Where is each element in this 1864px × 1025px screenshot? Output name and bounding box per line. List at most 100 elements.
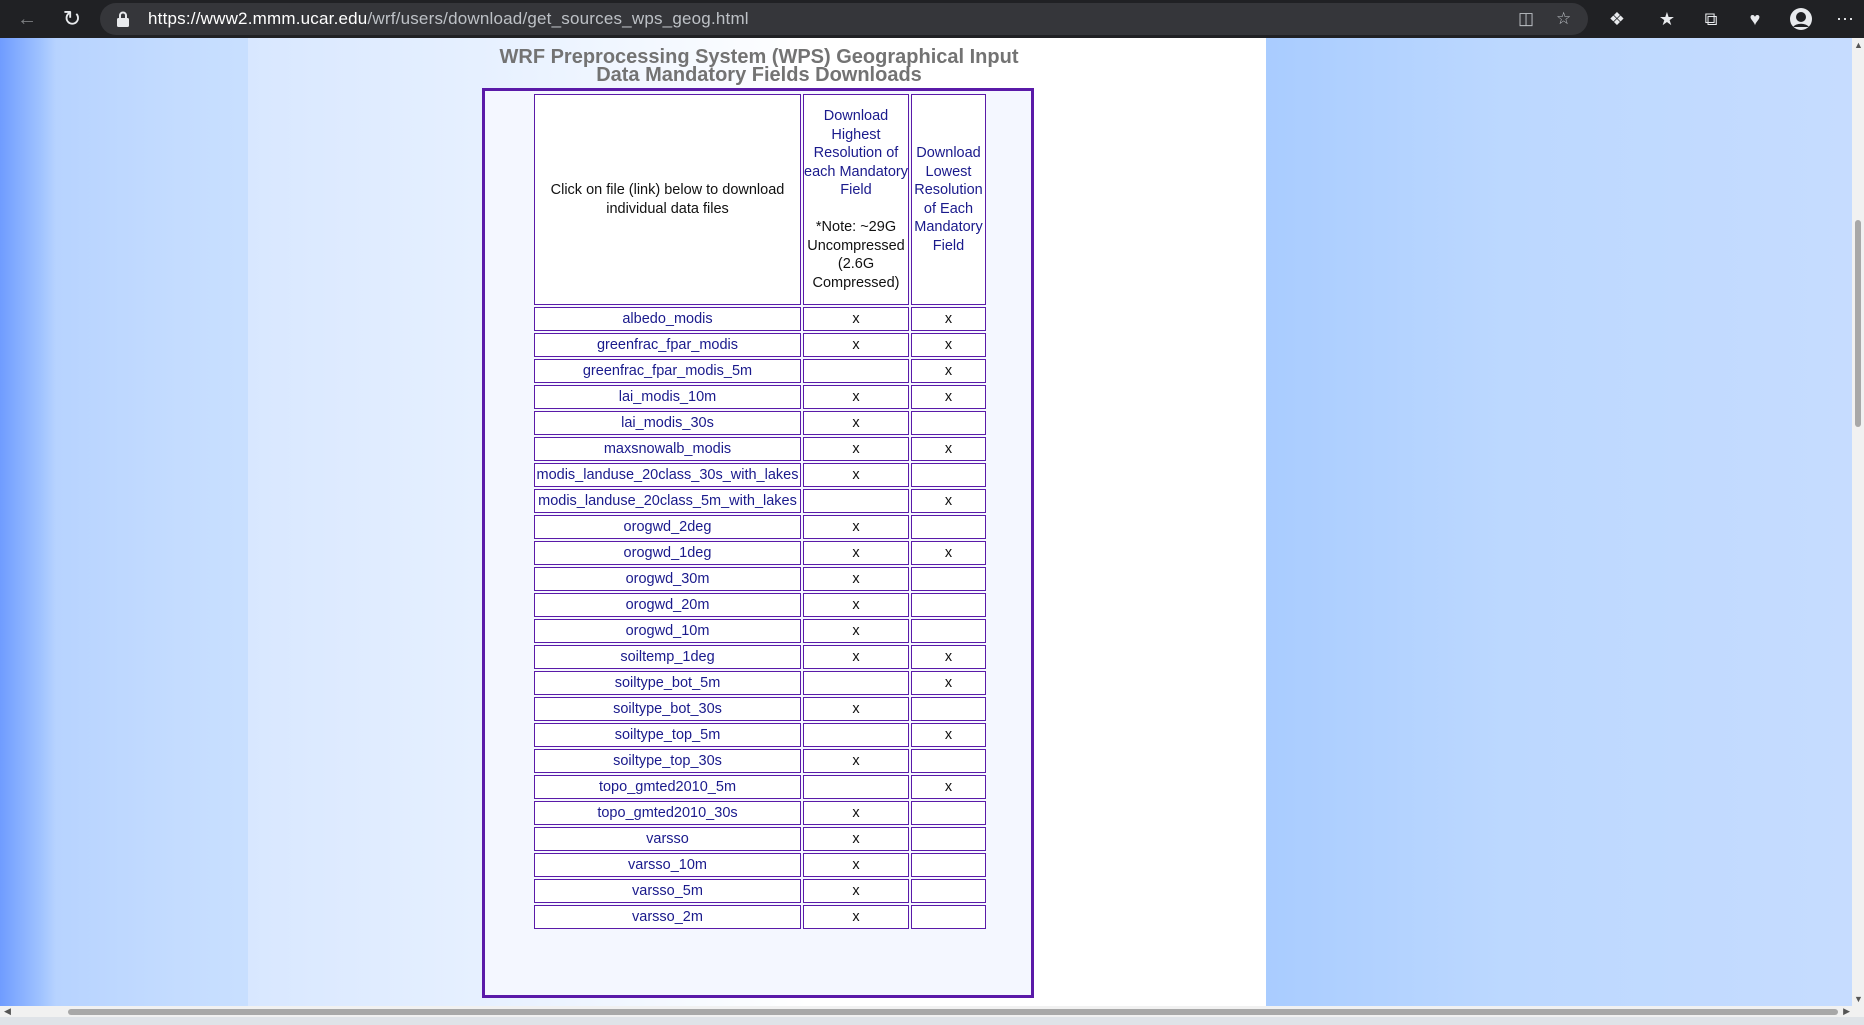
downloads-table-frame: Click on file (link) below to download i…	[482, 88, 1034, 998]
download-lowest-link[interactable]: Download Lowest Resolution of Each Manda…	[914, 145, 983, 254]
lowest-resolution-mark: x	[911, 671, 986, 695]
highest-resolution-mark: x	[803, 905, 909, 929]
table-row: lai_modis_30s x	[534, 411, 986, 435]
highest-resolution-mark	[803, 489, 909, 513]
more-menu-icon[interactable]: ⋯	[1830, 0, 1860, 38]
reader-view-icon[interactable]: ◫	[1518, 3, 1534, 35]
lowest-resolution-mark	[911, 697, 986, 721]
table-row: soiltype_bot_5m x	[534, 671, 986, 695]
file-link[interactable]: orogwd_2deg	[534, 515, 801, 539]
file-link[interactable]: orogwd_10m	[534, 619, 801, 643]
table-row: soiltype_top_30s x	[534, 749, 986, 773]
file-link[interactable]: albedo_modis	[534, 307, 801, 331]
file-link[interactable]: varsso	[534, 827, 801, 851]
lowest-resolution-mark	[911, 801, 986, 825]
lowest-resolution-mark: x	[911, 385, 986, 409]
file-link[interactable]: greenfrac_fpar_modis_5m	[534, 359, 801, 383]
table-row: orogwd_10m x	[534, 619, 986, 643]
file-link[interactable]: soiltype_top_30s	[534, 749, 801, 773]
file-link[interactable]: greenfrac_fpar_modis	[534, 333, 801, 357]
file-link[interactable]: maxsnowalb_modis	[534, 437, 801, 461]
highest-resolution-mark: x	[803, 333, 909, 357]
file-link[interactable]: lai_modis_30s	[534, 411, 801, 435]
table-row: topo_gmted2010_30s x	[534, 801, 986, 825]
bottom-strip	[0, 1017, 1864, 1025]
file-link[interactable]: modis_landuse_20class_30s_with_lakes	[534, 463, 801, 487]
collections-icon[interactable]: ⧉	[1696, 0, 1726, 38]
highest-resolution-mark: x	[803, 801, 909, 825]
browser-toolbar: ← ↻ https://www2.mmm.ucar.edu/wrf/users/…	[0, 0, 1864, 38]
lowest-resolution-mark: x	[911, 645, 986, 669]
lowest-resolution-mark: x	[911, 307, 986, 331]
file-link[interactable]: soiltype_top_5m	[534, 723, 801, 747]
file-link[interactable]: soiltemp_1deg	[534, 645, 801, 669]
highest-resolution-mark: x	[803, 749, 909, 773]
file-link[interactable]: soiltype_bot_30s	[534, 697, 801, 721]
lowest-resolution-mark	[911, 411, 986, 435]
table-row: modis_landuse_20class_30s_with_lakes x	[534, 463, 986, 487]
scroll-down-arrow-icon[interactable]: ▼	[1854, 994, 1863, 1004]
horizontal-scrollbar[interactable]: ◀ ▶	[0, 1006, 1864, 1017]
url-text[interactable]: https://www2.mmm.ucar.edu/wrf/users/down…	[148, 3, 749, 35]
highest-resolution-mark	[803, 671, 909, 695]
file-link[interactable]: orogwd_1deg	[534, 541, 801, 565]
main-content-column: WRF Preprocessing System (WPS) Geographi…	[248, 38, 1266, 1006]
reload-icon[interactable]: ↻	[58, 0, 86, 38]
favorite-star-icon[interactable]: ☆	[1556, 3, 1571, 35]
file-link[interactable]: orogwd_20m	[534, 593, 801, 617]
highest-resolution-mark: x	[803, 515, 909, 539]
vertical-scrollbar[interactable]: ▲ ▼	[1852, 38, 1864, 1006]
extensions-icon[interactable]: ❖	[1602, 0, 1632, 38]
size-note: *Note: ~29G Uncompressed (2.6G Compresse…	[807, 219, 905, 291]
highest-resolution-mark: x	[803, 593, 909, 617]
file-link[interactable]: lai_modis_10m	[534, 385, 801, 409]
scroll-right-arrow-icon[interactable]: ▶	[1843, 1006, 1850, 1017]
file-link[interactable]: soiltype_bot_5m	[534, 671, 801, 695]
table-row: lai_modis_10m x x	[534, 385, 986, 409]
file-link[interactable]: varsso_10m	[534, 853, 801, 877]
url-path: /wrf/users/download/get_sources_wps_geog…	[367, 9, 749, 28]
highest-resolution-mark: x	[803, 853, 909, 877]
lowest-resolution-mark	[911, 515, 986, 539]
table-row: orogwd_1deg x x	[534, 541, 986, 565]
file-link[interactable]: topo_gmted2010_5m	[534, 775, 801, 799]
horizontal-scroll-thumb[interactable]	[68, 1009, 1838, 1015]
file-link[interactable]: modis_landuse_20class_5m_with_lakes	[534, 489, 801, 513]
lowest-resolution-mark	[911, 567, 986, 591]
lowest-resolution-mark: x	[911, 541, 986, 565]
page-viewport: WRF Preprocessing System (WPS) Geographi…	[0, 38, 1852, 1006]
browser-essentials-icon[interactable]: ♥	[1740, 0, 1770, 38]
file-link[interactable]: varsso_5m	[534, 879, 801, 903]
back-arrow-icon[interactable]: ←	[14, 0, 40, 38]
table-row: modis_landuse_20class_5m_with_lakes x	[534, 489, 986, 513]
favorites-icon[interactable]: ★	[1652, 0, 1682, 38]
file-link[interactable]: topo_gmted2010_30s	[534, 801, 801, 825]
highest-resolution-mark: x	[803, 307, 909, 331]
table-row: soiltype_bot_30s x	[534, 697, 986, 721]
file-link[interactable]: varsso_2m	[534, 905, 801, 929]
highest-resolution-mark: x	[803, 385, 909, 409]
header-file-column: Click on file (link) below to download i…	[534, 94, 801, 305]
table-row: orogwd_20m x	[534, 593, 986, 617]
highest-resolution-mark: x	[803, 437, 909, 461]
address-bar[interactable]: https://www2.mmm.ucar.edu/wrf/users/down…	[100, 3, 1588, 35]
header-lowest-resolution[interactable]: Download Lowest Resolution of Each Manda…	[911, 94, 986, 305]
table-header-row: Click on file (link) below to download i…	[534, 94, 986, 305]
right-background-panel	[1266, 38, 1852, 1006]
file-link[interactable]: orogwd_30m	[534, 567, 801, 591]
lowest-resolution-mark: x	[911, 723, 986, 747]
lowest-resolution-mark	[911, 749, 986, 773]
profile-avatar[interactable]	[1786, 0, 1816, 38]
download-highest-link[interactable]: Download Highest Resolution of each Mand…	[804, 108, 908, 198]
header-highest-resolution[interactable]: Download Highest Resolution of each Mand…	[803, 94, 909, 305]
table-row: greenfrac_fpar_modis_5m x	[534, 359, 986, 383]
highest-resolution-mark	[803, 359, 909, 383]
lowest-resolution-mark: x	[911, 489, 986, 513]
vertical-scroll-thumb[interactable]	[1855, 220, 1861, 427]
table-row: albedo_modis x x	[534, 307, 986, 331]
lowest-resolution-mark: x	[911, 775, 986, 799]
highest-resolution-mark	[803, 775, 909, 799]
highest-resolution-mark: x	[803, 879, 909, 903]
scroll-up-arrow-icon[interactable]: ▲	[1854, 40, 1863, 50]
scroll-left-arrow-icon[interactable]: ◀	[4, 1006, 11, 1017]
